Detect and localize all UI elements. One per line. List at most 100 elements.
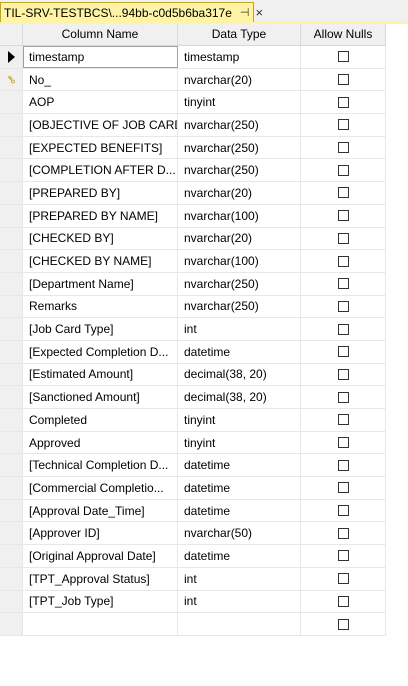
data-type-cell[interactable]: nvarchar(250) bbox=[178, 114, 301, 136]
row-selector[interactable] bbox=[0, 114, 23, 136]
row-selector[interactable] bbox=[0, 386, 23, 408]
allow-nulls-checkbox[interactable] bbox=[337, 346, 349, 358]
row-selector[interactable] bbox=[0, 522, 23, 545]
row-selector[interactable] bbox=[0, 545, 23, 567]
allow-nulls-checkbox[interactable] bbox=[337, 142, 349, 154]
allow-nulls-checkbox[interactable] bbox=[337, 96, 349, 108]
data-type-cell[interactable]: timestamp bbox=[178, 46, 301, 68]
row-selector[interactable] bbox=[0, 91, 23, 114]
column-name-cell[interactable]: [OBJECTIVE OF JOB CARD] bbox=[23, 114, 178, 136]
pin-icon[interactable]: ⊣ bbox=[240, 6, 250, 19]
row-selector[interactable] bbox=[0, 409, 23, 431]
row-selector[interactable] bbox=[0, 136, 23, 159]
column-name-cell[interactable]: [Sanctioned Amount] bbox=[23, 386, 178, 408]
close-icon[interactable]: × bbox=[256, 6, 264, 19]
allow-nulls-checkbox[interactable] bbox=[337, 187, 349, 199]
row-selector[interactable] bbox=[0, 46, 23, 68]
allow-nulls-checkbox[interactable] bbox=[337, 550, 349, 562]
allow-nulls-checkbox[interactable] bbox=[337, 51, 349, 63]
table-row[interactable]: [PREPARED BY] nvarchar(20) bbox=[0, 182, 386, 205]
column-name-cell[interactable]: Completed bbox=[23, 409, 178, 431]
row-selector[interactable] bbox=[0, 499, 23, 522]
row-selector[interactable] bbox=[0, 431, 23, 454]
allow-nulls-checkbox[interactable] bbox=[337, 300, 349, 312]
row-selector[interactable] bbox=[0, 363, 23, 386]
allow-nulls-checkbox[interactable] bbox=[337, 459, 349, 471]
table-row[interactable]: [Approval Date_Time] datetime bbox=[0, 499, 386, 523]
data-type-cell[interactable]: nvarchar(20) bbox=[178, 182, 301, 204]
designer-tab[interactable]: TIL-SRV-TESTBCS\...94bb-c0d5b6ba317e ⊣ × bbox=[0, 2, 263, 22]
column-name-cell[interactable]: AOP bbox=[23, 91, 178, 114]
row-selector[interactable] bbox=[0, 340, 23, 363]
table-row[interactable]: [Job Card Type] int bbox=[0, 318, 386, 341]
column-name-cell[interactable]: [TPT_Approval Status] bbox=[23, 567, 178, 590]
table-row[interactable]: [Commercial Completio... datetime bbox=[0, 477, 386, 500]
table-row[interactable]: [CHECKED BY NAME] nvarchar(100) bbox=[0, 250, 386, 273]
row-selector[interactable] bbox=[0, 454, 23, 477]
data-type-cell[interactable]: nvarchar(250) bbox=[178, 136, 301, 159]
table-row[interactable]: [EXPECTED BENEFITS] nvarchar(250) bbox=[0, 136, 386, 160]
data-type-cell[interactable]: tinyint bbox=[178, 431, 301, 454]
column-name-cell[interactable]: [TPT_Job Type] bbox=[23, 590, 178, 613]
column-name-cell[interactable]: [PREPARED BY] bbox=[23, 182, 178, 204]
allow-nulls-checkbox[interactable] bbox=[337, 210, 349, 222]
allow-nulls-checkbox[interactable] bbox=[337, 74, 349, 86]
allow-nulls-checkbox[interactable] bbox=[337, 119, 349, 131]
table-row[interactable]: ⚷ No_ nvarchar(20) bbox=[0, 68, 386, 92]
data-type-cell[interactable]: datetime bbox=[178, 545, 301, 567]
column-name-cell[interactable] bbox=[23, 613, 178, 635]
table-row[interactable]: Approved tinyint bbox=[0, 431, 386, 455]
column-name-cell[interactable]: Remarks bbox=[23, 295, 178, 318]
data-type-cell[interactable]: decimal(38, 20) bbox=[178, 386, 301, 408]
data-type-cell[interactable]: nvarchar(20) bbox=[178, 227, 301, 250]
column-name-cell[interactable]: [Approver ID] bbox=[23, 522, 178, 545]
column-name-cell[interactable]: [Estimated Amount] bbox=[23, 363, 178, 386]
data-type-cell[interactable] bbox=[178, 613, 301, 635]
data-type-cell[interactable]: nvarchar(20) bbox=[178, 68, 301, 91]
data-type-cell[interactable]: nvarchar(250) bbox=[178, 295, 301, 318]
data-type-cell[interactable]: tinyint bbox=[178, 91, 301, 114]
allow-nulls-checkbox[interactable] bbox=[337, 414, 349, 426]
row-selector[interactable] bbox=[0, 590, 23, 613]
table-row[interactable]: [COMPLETION AFTER D... nvarchar(250) bbox=[0, 159, 386, 183]
table-row[interactable]: [TPT_Job Type] int bbox=[0, 590, 386, 614]
allow-nulls-checkbox[interactable] bbox=[337, 164, 349, 176]
allow-nulls-checkbox[interactable] bbox=[337, 482, 349, 494]
table-row[interactable]: [PREPARED BY NAME] nvarchar(100) bbox=[0, 204, 386, 228]
data-type-cell[interactable]: int bbox=[178, 318, 301, 340]
table-row[interactable]: Remarks nvarchar(250) bbox=[0, 295, 386, 319]
table-row[interactable]: [Original Approval Date] datetime bbox=[0, 545, 386, 568]
allow-nulls-checkbox[interactable] bbox=[337, 505, 349, 517]
row-selector[interactable] bbox=[0, 250, 23, 272]
data-type-cell[interactable]: int bbox=[178, 590, 301, 613]
table-row[interactable]: timestamp timestamp bbox=[0, 46, 386, 69]
row-selector[interactable] bbox=[0, 477, 23, 499]
table-row[interactable]: [Approver ID] nvarchar(50) bbox=[0, 522, 386, 546]
table-row[interactable]: [Expected Completion D... datetime bbox=[0, 340, 386, 364]
table-row[interactable] bbox=[0, 613, 386, 636]
column-name-cell[interactable]: [CHECKED BY] bbox=[23, 227, 178, 250]
column-name-cell[interactable]: No_ bbox=[23, 68, 178, 91]
table-row[interactable]: [TPT_Approval Status] int bbox=[0, 567, 386, 591]
row-selector[interactable] bbox=[0, 182, 23, 204]
table-row[interactable]: AOP tinyint bbox=[0, 91, 386, 115]
data-type-cell[interactable]: int bbox=[178, 567, 301, 590]
data-type-cell[interactable]: decimal(38, 20) bbox=[178, 363, 301, 386]
data-type-cell[interactable]: nvarchar(250) bbox=[178, 159, 301, 182]
data-type-cell[interactable]: nvarchar(100) bbox=[178, 204, 301, 227]
data-type-cell[interactable]: datetime bbox=[178, 499, 301, 522]
row-selector[interactable]: ⚷ bbox=[0, 68, 23, 91]
allow-nulls-checkbox[interactable] bbox=[337, 437, 349, 449]
table-row[interactable]: [OBJECTIVE OF JOB CARD] nvarchar(250) bbox=[0, 114, 386, 137]
row-selector[interactable] bbox=[0, 159, 23, 182]
column-name-cell[interactable]: [EXPECTED BENEFITS] bbox=[23, 136, 178, 159]
row-selector[interactable] bbox=[0, 567, 23, 590]
data-type-cell[interactable]: tinyint bbox=[178, 409, 301, 431]
allow-nulls-checkbox[interactable] bbox=[337, 368, 349, 380]
data-type-cell[interactable]: datetime bbox=[178, 340, 301, 363]
row-selector[interactable] bbox=[0, 613, 23, 635]
allow-nulls-checkbox[interactable] bbox=[337, 232, 349, 244]
column-name-cell[interactable]: [Approval Date_Time] bbox=[23, 499, 178, 522]
allow-nulls-header[interactable]: Allow Nulls bbox=[301, 24, 386, 45]
column-name-cell[interactable]: [Technical Completion D... bbox=[23, 454, 178, 477]
